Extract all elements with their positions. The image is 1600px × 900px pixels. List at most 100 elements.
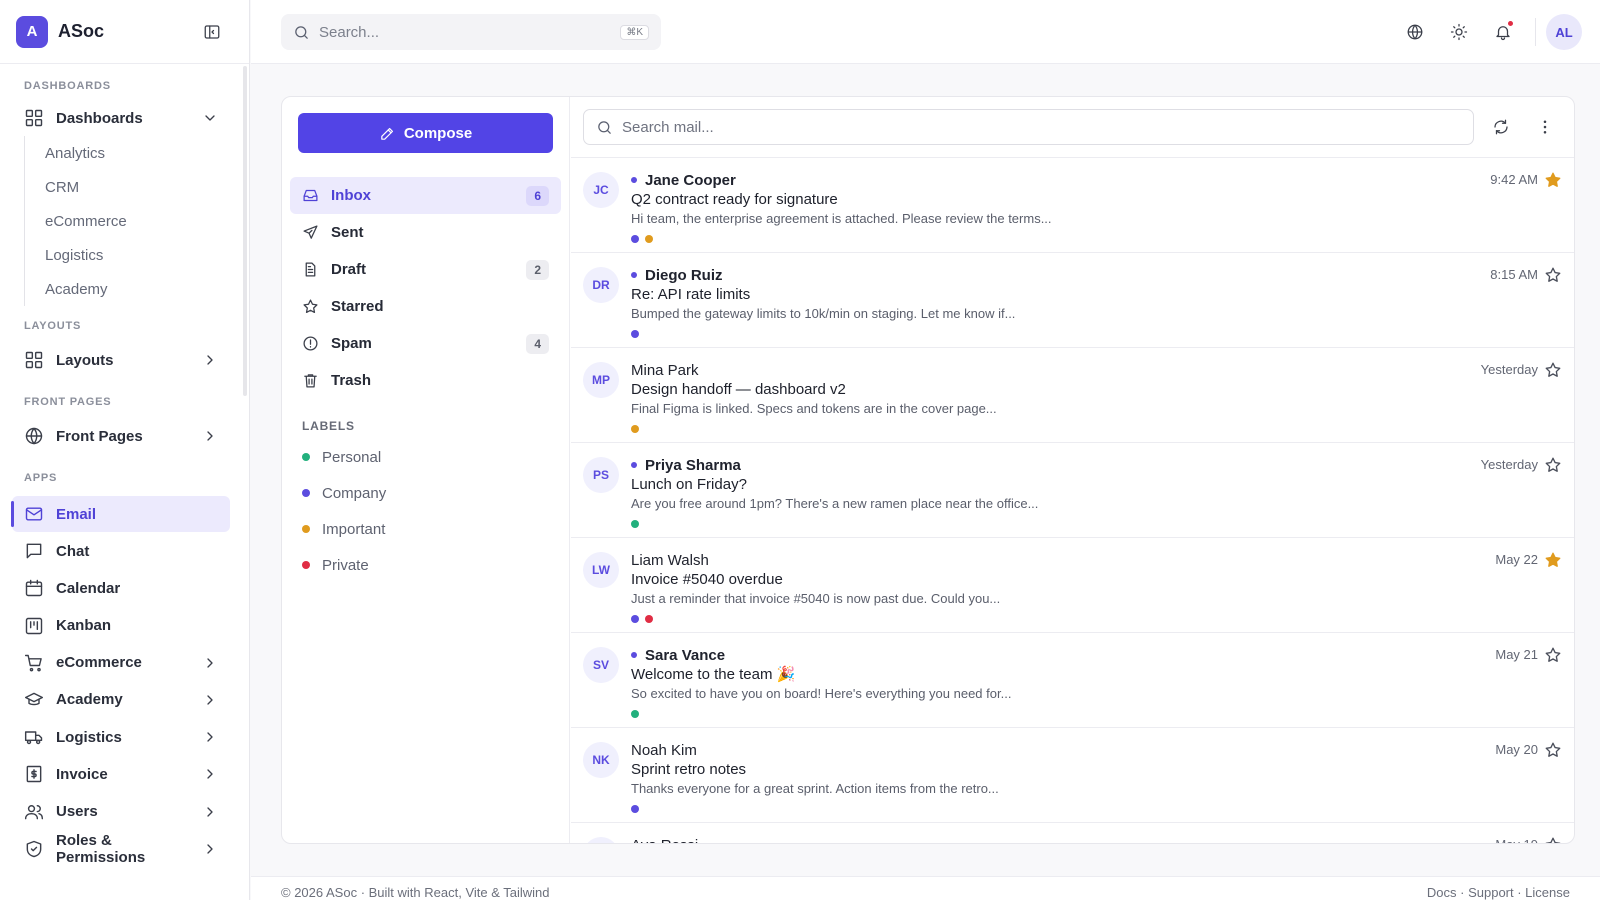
folder-draft[interactable]: Draft 2	[290, 251, 561, 288]
mail-row[interactable]: SV Sara Vance Welcome to the team 🎉 So exci…	[571, 633, 1574, 728]
global-search-input[interactable]	[319, 23, 621, 41]
sidebar-subitem-academy[interactable]: Academy	[45, 272, 230, 306]
sender-line: Mina Park	[631, 360, 1562, 380]
label-private[interactable]: Private	[290, 547, 561, 583]
label-important[interactable]: Important	[290, 511, 561, 547]
star-icon[interactable]	[1544, 646, 1562, 664]
unread-indicator	[631, 272, 637, 278]
folder-count-badge: 6	[526, 185, 549, 206]
folder-sent[interactable]: Sent	[290, 214, 561, 251]
label-name: Important	[322, 520, 386, 538]
chevron-right-icon	[207, 769, 213, 779]
mail-time: 9:42 AM	[1490, 172, 1538, 187]
trash-icon	[302, 372, 319, 389]
sidebar-item-label: Calendar	[56, 579, 121, 597]
folder-inbox[interactable]: Inbox 6	[290, 177, 561, 214]
sidebar-item-academy[interactable]: Academy	[12, 682, 230, 718]
sender-avatar: JC	[583, 172, 619, 208]
panel-collapse-icon	[203, 23, 221, 41]
notifications-button[interactable]	[1485, 14, 1521, 50]
more-options-button[interactable]	[1528, 110, 1562, 144]
sidebar-scrollbar[interactable]	[243, 66, 247, 396]
sender-avatar: LW	[583, 552, 619, 588]
folder-starred[interactable]: Starred	[290, 288, 561, 325]
sender-name: Mina Park	[631, 361, 699, 379]
mail-row[interactable]: AR Ava Rossi May 19	[571, 823, 1574, 843]
search-icon	[596, 119, 613, 136]
folder-label: Sent	[331, 224, 364, 241]
compose-button[interactable]: Compose	[298, 113, 553, 153]
sidebar-subitem-crm[interactable]: CRM	[45, 170, 230, 204]
label-company[interactable]: Company	[290, 475, 561, 511]
chevron-right-icon	[207, 806, 213, 817]
truck-icon	[24, 727, 44, 747]
sidebar-item-email[interactable]: Email	[11, 496, 230, 532]
star-icon[interactable]	[1544, 836, 1562, 843]
label-color-dot	[302, 525, 310, 533]
grid-icon	[24, 108, 44, 128]
mail-tags	[631, 330, 1562, 338]
sidebar-item-calendar[interactable]: Calendar	[12, 570, 230, 606]
sidebar-item-dashboards[interactable]: Dashboards	[12, 100, 230, 136]
sender-name: Sara Vance	[645, 646, 726, 664]
folder-spam[interactable]: Spam 4	[290, 325, 561, 362]
mail-search[interactable]	[583, 109, 1474, 145]
folder-trash[interactable]: Trash	[290, 362, 561, 399]
star-icon[interactable]	[1544, 361, 1562, 379]
top-actions: AL	[1389, 14, 1582, 50]
brand-logo[interactable]: A	[16, 15, 48, 48]
mail-preview: Are you free around 1pm? There's a new r…	[631, 496, 1039, 511]
sidebar-item-users[interactable]: Users	[12, 794, 230, 830]
star-icon[interactable]	[1544, 266, 1562, 284]
star-icon[interactable]	[1544, 171, 1562, 189]
label-personal[interactable]: Personal	[290, 439, 561, 475]
mail-row[interactable]: DR Diego Ruiz Re: API rate limits Bumped th…	[571, 253, 1574, 348]
chevron-right-icon	[207, 732, 213, 742]
mail-row[interactable]: NK Noah Kim Sprint retro notes Thanks every…	[571, 728, 1574, 823]
collapse-sidebar-button[interactable]	[201, 21, 223, 43]
sidebar-item-front-pages[interactable]: Front Pages	[12, 418, 230, 454]
sidebar-item-logistics[interactable]: Logistics	[12, 719, 230, 755]
sender-line: Jane Cooper	[631, 170, 1562, 190]
sidebar-item-layouts[interactable]: Layouts	[12, 342, 230, 378]
star-icon[interactable]	[1544, 551, 1562, 569]
star-icon[interactable]	[1544, 456, 1562, 474]
sidebar-item-invoice[interactable]: Invoice	[12, 756, 230, 792]
sidebar-item-label: eCommerce	[56, 654, 142, 672]
footer-links[interactable]: Docs · Support · License	[1427, 885, 1570, 900]
mail-list: JC Jane Cooper Q2 contract ready for signa…	[571, 158, 1574, 843]
global-search[interactable]: ⌘K	[281, 14, 661, 50]
mail-search-input[interactable]	[622, 118, 1461, 136]
mail-preview: Hi team, the enterprise agreement is att…	[631, 211, 1052, 226]
sidebar-subitem-logistics[interactable]: Logistics	[45, 238, 230, 272]
refresh-button[interactable]	[1484, 110, 1518, 144]
chevron-right-icon	[207, 431, 213, 441]
user-avatar[interactable]: AL	[1546, 14, 1582, 50]
chevron-right-icon	[207, 355, 213, 365]
mail-row[interactable]: MP Mina Park Design handoff — dashboard v2…	[571, 348, 1574, 443]
mail-row[interactable]: PS Priya Sharma Lunch on Friday? Are you fr…	[571, 443, 1574, 538]
sender-name: Priya Sharma	[645, 456, 741, 474]
mail-time: 8:15 AM	[1490, 267, 1538, 282]
footer: © 2026 ASoc · Built with React, Vite & T…	[251, 876, 1600, 900]
folder-list: Inbox 6 Sent Draft 2 Starred Spam 4 Trash	[290, 177, 561, 399]
sidebar-item-kanban[interactable]: Kanban	[12, 608, 230, 644]
sender-name: Ava Rossi	[631, 837, 698, 844]
section-title-layouts: LAYOUTS	[24, 320, 82, 332]
sidebar-subitem-analytics[interactable]: Analytics	[45, 136, 230, 170]
language-button[interactable]	[1397, 14, 1433, 50]
mail-tags	[631, 425, 1562, 433]
sidebar-subitem-ecommerce[interactable]: eCommerce	[45, 204, 230, 238]
sidebar-item-label: Roles & Permissions	[56, 831, 146, 866]
mail-tags	[631, 235, 1562, 243]
mail-row[interactable]: JC Jane Cooper Q2 contract ready for signa…	[571, 158, 1574, 253]
sidebar-item-roles-permissions[interactable]: Roles & Permissions	[12, 831, 230, 867]
theme-toggle-button[interactable]	[1441, 14, 1477, 50]
sidebar-item-chat[interactable]: Chat	[12, 533, 230, 569]
star-icon[interactable]	[1544, 741, 1562, 759]
sidebar-item-ecommerce[interactable]: eCommerce	[12, 645, 230, 681]
mail-row[interactable]: LW Liam Walsh Invoice #5040 overdue Just a …	[571, 538, 1574, 633]
brand: A ASoc	[0, 0, 249, 64]
sidebar-item-label: Dashboards	[56, 109, 143, 127]
brand-name[interactable]: ASoc	[58, 21, 201, 42]
